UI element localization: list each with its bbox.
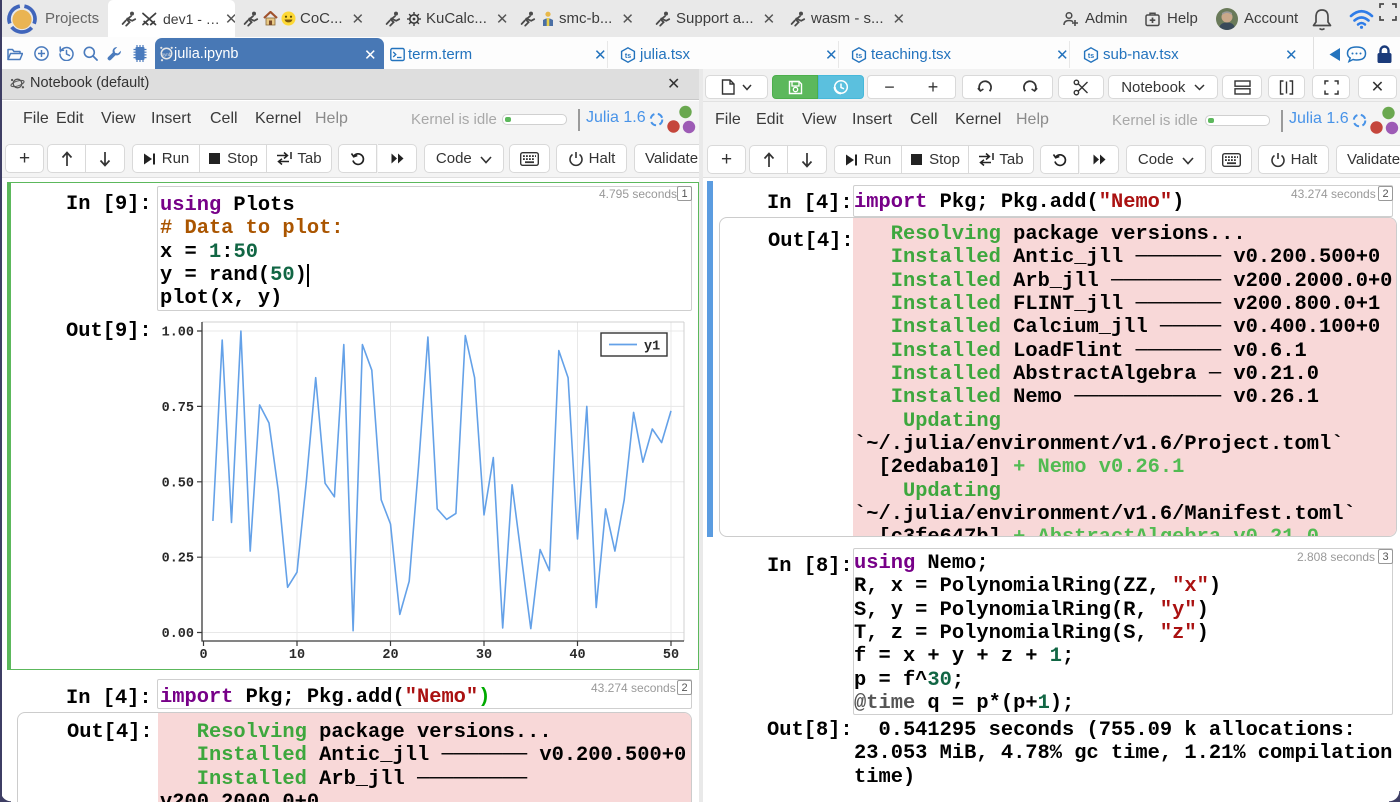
svg-text:0: 0: [199, 648, 207, 660]
svg-text:50: 50: [663, 648, 679, 660]
svg-text:30: 30: [476, 648, 492, 660]
svg-text:y1: y1: [644, 340, 660, 355]
svg-text:1.00: 1.00: [162, 326, 194, 341]
svg-text:10: 10: [289, 648, 305, 660]
svg-text:ts: ts: [625, 53, 631, 60]
svg-text:ts: ts: [1088, 53, 1094, 60]
svg-text:0.50: 0.50: [162, 476, 194, 491]
svg-text:0.75: 0.75: [162, 401, 194, 416]
svg-text:0.00: 0.00: [162, 627, 194, 642]
svg-text:0.25: 0.25: [162, 552, 194, 567]
svg-text:40: 40: [569, 648, 585, 660]
svg-text:ts: ts: [856, 53, 862, 60]
svg-text:20: 20: [382, 648, 398, 660]
svg-text:pynb: pynb: [162, 52, 172, 57]
